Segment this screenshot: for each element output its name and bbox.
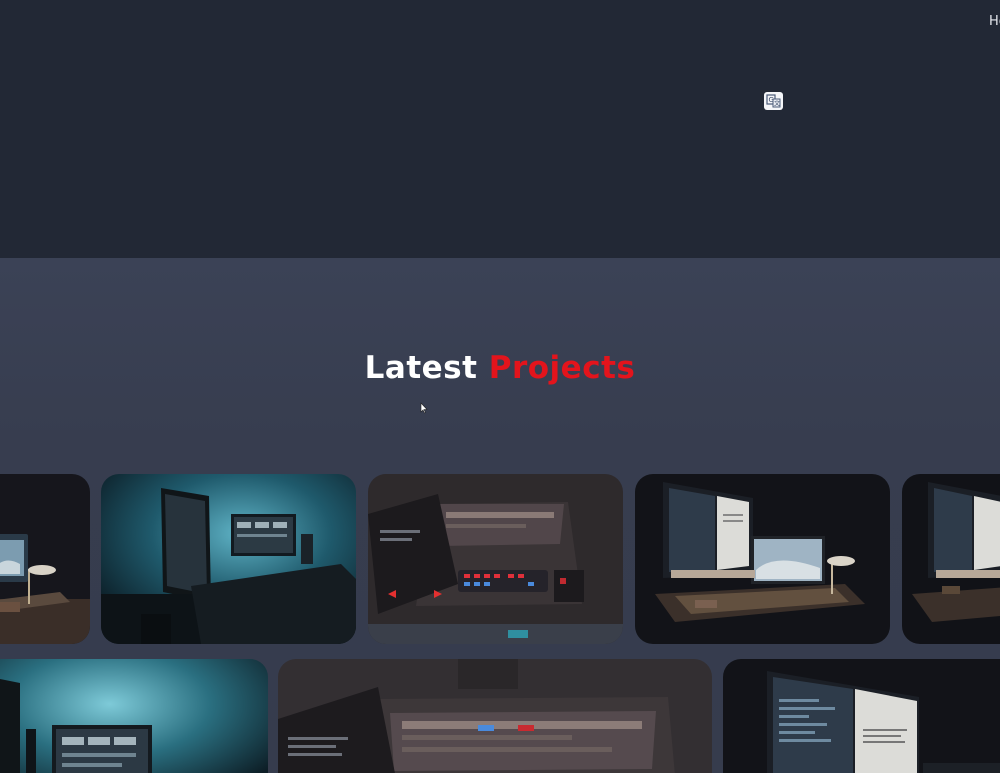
hero-section: Home G 文 <box>0 0 1000 258</box>
project-card-4[interactable] <box>635 474 890 644</box>
project-card-2[interactable] <box>101 474 356 644</box>
project-card-6[interactable] <box>0 659 268 773</box>
project-card-5[interactable] <box>902 474 1000 644</box>
project-card-8[interactable] <box>723 659 1000 773</box>
latest-projects-section: Latest Projects <box>0 258 1000 773</box>
nav-link-home[interactable]: Home <box>989 14 1000 29</box>
project-card-1[interactable] <box>0 474 90 644</box>
translate-icon[interactable]: G 文 <box>764 92 783 110</box>
svg-text:文: 文 <box>774 100 780 108</box>
mouse-cursor-icon <box>420 399 428 418</box>
project-card-3[interactable] <box>368 474 623 644</box>
project-card-7[interactable] <box>278 659 712 773</box>
section-title-part1: Latest <box>364 350 478 386</box>
section-title: Latest Projects <box>0 350 1000 386</box>
section-title-part2: Projects <box>488 350 636 386</box>
